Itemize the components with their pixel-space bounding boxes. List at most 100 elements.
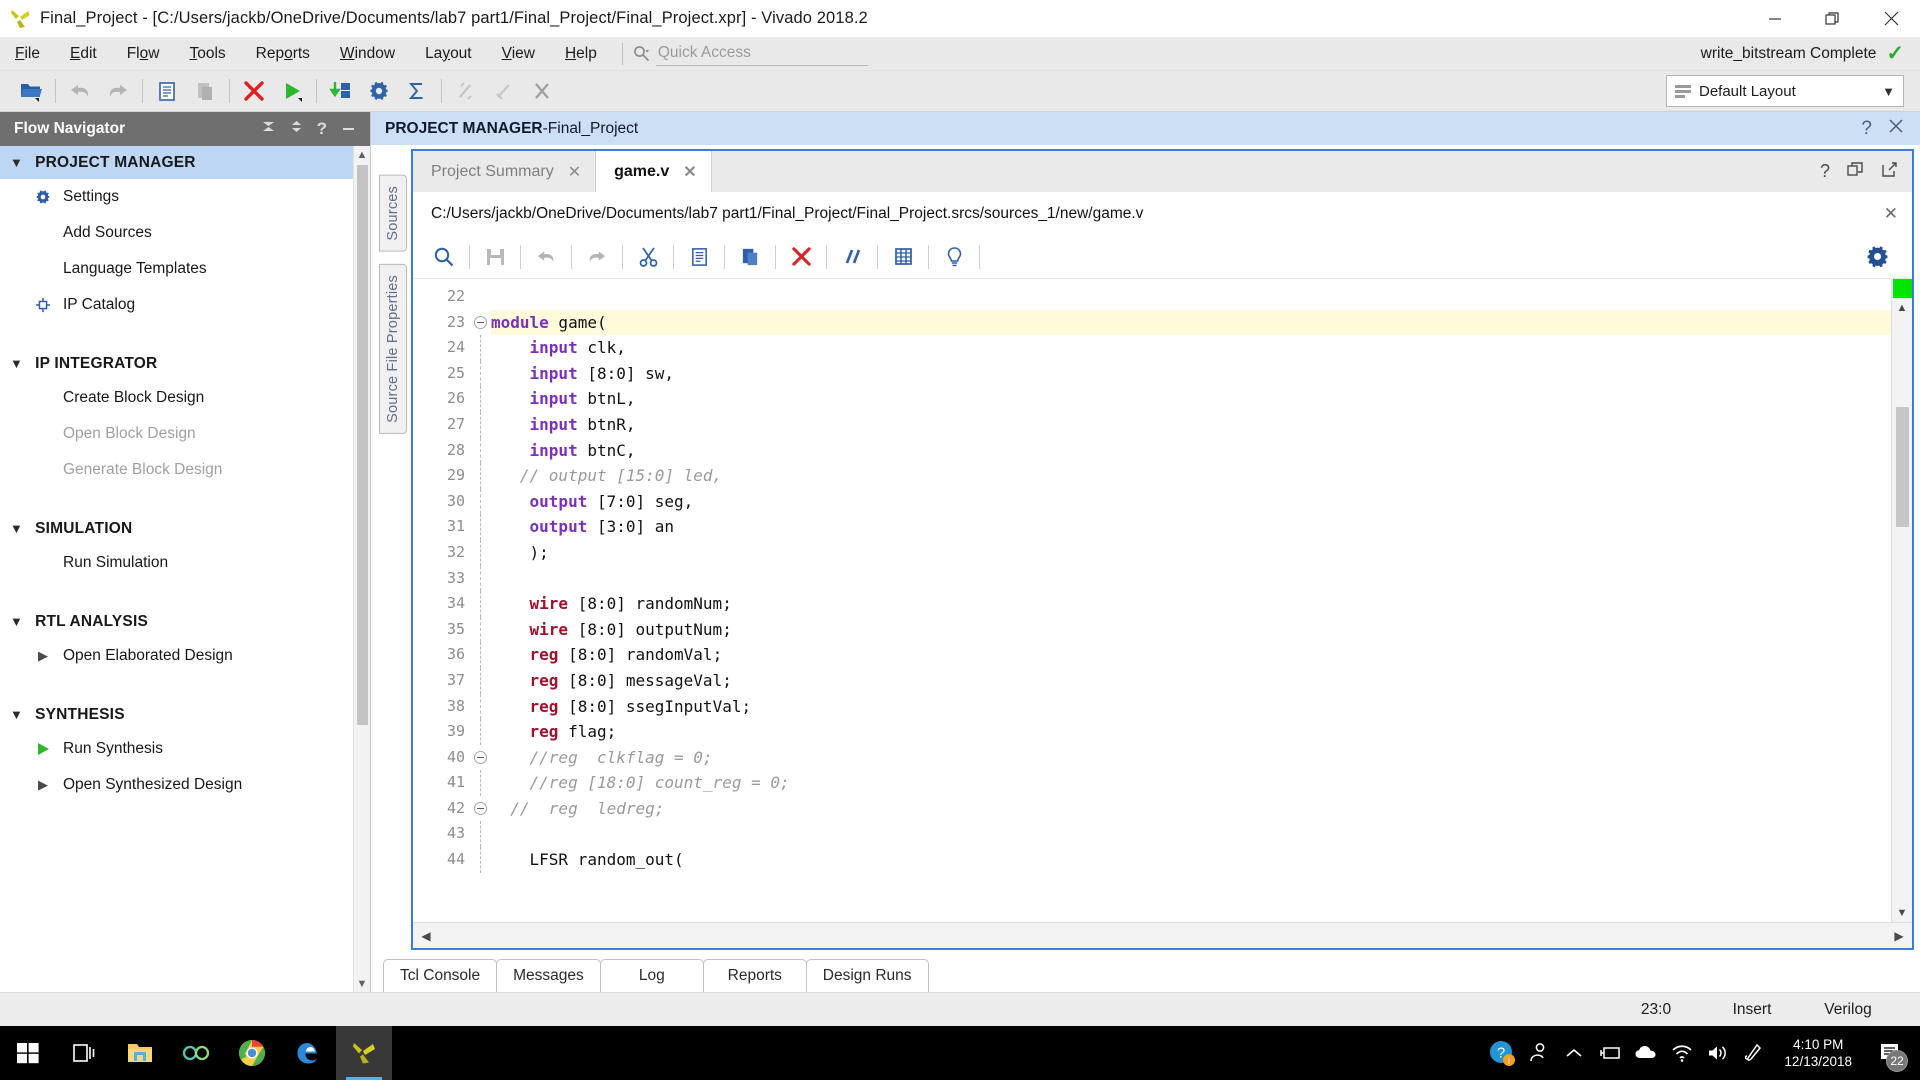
scroll-up-icon[interactable]: ▲ [354, 146, 371, 163]
search-icon[interactable] [423, 240, 465, 274]
delete-icon[interactable] [235, 74, 273, 108]
scroll-right-icon[interactable]: ▶ [1886, 929, 1912, 943]
cut-cross-icon[interactable] [523, 74, 561, 108]
collapse-all-icon[interactable] [261, 119, 276, 139]
vtab-sources[interactable]: Sources [379, 175, 407, 252]
menu-file[interactable]: File [0, 37, 55, 71]
volume-icon[interactable] [1700, 1026, 1736, 1080]
code-line[interactable]: reg flag; [491, 719, 1891, 745]
code-line[interactable]: ); [491, 540, 1891, 566]
tab-messages[interactable]: Messages [496, 959, 601, 992]
menu-reports[interactable]: Reports [241, 37, 325, 71]
layout-selector[interactable]: Default Layout ▼ [1666, 75, 1904, 107]
sidebar-item-settings[interactable]: Settings [0, 179, 370, 215]
sidebar-item-open-block-design[interactable]: Open Block Design [0, 416, 370, 452]
program-device-icon[interactable] [322, 74, 360, 108]
code-vertical-scrollbar[interactable]: ▲ ▼ [1891, 279, 1912, 922]
sidebar-item-open-synthesized-design[interactable]: ▶ Open Synthesized Design [0, 767, 370, 803]
menu-view[interactable]: View [487, 37, 550, 71]
tab-game-v[interactable]: game.v ✕ [596, 151, 712, 192]
flow-navigator-scrollbar[interactable]: ▲ ▼ [353, 146, 370, 992]
sidebar-item-ip-catalog[interactable]: IP Catalog [0, 287, 370, 323]
scrollbar-thumb[interactable] [357, 165, 368, 725]
sigma-icon[interactable] [398, 74, 436, 108]
code-line[interactable]: LFSR random_out( [491, 847, 1891, 873]
fold-toggle-icon[interactable] [469, 745, 491, 771]
code-line[interactable]: wire [8:0] outputNum; [491, 617, 1891, 643]
menu-flow[interactable]: Flow [112, 37, 175, 71]
code-line[interactable]: //reg [18:0] count_reg = 0; [491, 770, 1891, 796]
run-icon[interactable] [273, 74, 311, 108]
pen-icon[interactable] [1736, 1026, 1772, 1080]
code-line[interactable]: // reg ledreg; [491, 796, 1891, 822]
delete-x-icon[interactable] [780, 240, 822, 274]
wifi-icon[interactable] [1664, 1026, 1700, 1080]
code-horizontal-scrollbar[interactable]: ◀ ▶ [413, 922, 1912, 948]
redo-icon[interactable] [576, 240, 618, 274]
code-line[interactable] [491, 284, 1891, 310]
sidebar-group-ip-integrator[interactable]: ▼ IP INTEGRATOR [0, 347, 370, 380]
float-icon[interactable] [1881, 161, 1898, 183]
sidebar-item-create-block-design[interactable]: Create Block Design [0, 380, 370, 416]
marker-icon[interactable] [485, 74, 523, 108]
expand-icon[interactable] [290, 119, 303, 139]
fold-toggle-icon[interactable] [469, 796, 491, 822]
file-explorer-icon[interactable] [112, 1026, 168, 1080]
restore-button[interactable] [1804, 0, 1862, 37]
menu-edit[interactable]: Edit [55, 37, 112, 71]
sidebar-group-rtl-analysis[interactable]: ▼ RTL ANALYSIS [0, 605, 370, 638]
sidebar-item-run-synthesis[interactable]: Run Synthesis [0, 731, 370, 767]
sidebar-item-generate-block-design[interactable]: Generate Block Design [0, 452, 370, 488]
bulb-icon[interactable] [933, 240, 975, 274]
undo-icon[interactable] [525, 240, 567, 274]
sidebar-item-open-elaborated-design[interactable]: ▶ Open Elaborated Design [0, 638, 370, 674]
tab-log[interactable]: Log [600, 959, 704, 992]
code-line[interactable]: input btnR, [491, 412, 1891, 438]
code-area[interactable]: 2223242526272829303132333435363738394041… [413, 279, 1891, 922]
sidebar-group-synthesis[interactable]: ▼ SYNTHESIS [0, 698, 370, 731]
code-line[interactable]: reg [8:0] messageVal; [491, 668, 1891, 694]
comment-icon[interactable] [831, 240, 873, 274]
quick-access[interactable] [633, 42, 868, 66]
close-icon[interactable]: ✕ [1884, 204, 1898, 224]
action-center-icon[interactable]: 22 [1864, 1026, 1916, 1080]
code-lines[interactable]: module game( input clk, input [8:0] sw, … [491, 279, 1891, 922]
close-button[interactable] [1862, 0, 1920, 37]
menu-layout[interactable]: Layout [410, 37, 487, 71]
sidebar-item-add-sources[interactable]: Add Sources [0, 215, 370, 251]
code-line[interactable]: wire [8:0] randomNum; [491, 591, 1891, 617]
code-line[interactable]: input [8:0] sw, [491, 361, 1891, 387]
scroll-up-icon[interactable]: ▲ [1892, 298, 1913, 317]
code-line[interactable]: //reg clkflag = 0; [491, 745, 1891, 771]
code-line[interactable]: reg [8:0] randomVal; [491, 642, 1891, 668]
fold-toggle-icon[interactable] [469, 310, 491, 336]
taskbar-clock[interactable]: 4:10 PM 12/13/2018 [1772, 1036, 1864, 1070]
tab-project-summary[interactable]: Project Summary ✕ [413, 151, 596, 192]
code-line[interactable] [491, 821, 1891, 847]
code-fold-column[interactable] [469, 279, 491, 922]
copy-icon[interactable] [678, 240, 720, 274]
code-line[interactable]: module game( [491, 310, 1891, 336]
open-project-icon[interactable] [12, 74, 50, 108]
close-icon[interactable] [1888, 118, 1904, 139]
tab-reports[interactable]: Reports [703, 959, 807, 992]
minimize-button[interactable] [1746, 0, 1804, 37]
help-icon[interactable]: ? [1820, 161, 1830, 182]
infinity-app-icon[interactable] [168, 1026, 224, 1080]
code-line[interactable]: output [3:0] an [491, 514, 1891, 540]
code-line[interactable]: input clk, [491, 335, 1891, 361]
sidebar-group-simulation[interactable]: ▼ SIMULATION [0, 512, 370, 545]
scrollbar-thumb[interactable] [1896, 407, 1909, 527]
scroll-down-icon[interactable]: ▼ [1892, 903, 1913, 922]
edge-icon[interactable] [280, 1026, 336, 1080]
table-icon[interactable] [882, 240, 924, 274]
scroll-down-icon[interactable]: ▼ [354, 975, 371, 992]
tab-tcl-console[interactable]: Tcl Console [383, 959, 497, 992]
start-button[interactable] [0, 1026, 56, 1080]
battery-icon[interactable] [1592, 1026, 1628, 1080]
sidebar-item-language-templates[interactable]: Language Templates [0, 251, 370, 287]
restore-icon[interactable] [1847, 161, 1864, 183]
sidebar-group-project-manager[interactable]: ▼ PROJECT MANAGER [0, 146, 370, 179]
menu-help[interactable]: Help [550, 37, 612, 71]
code-line[interactable]: input btnC, [491, 438, 1891, 464]
